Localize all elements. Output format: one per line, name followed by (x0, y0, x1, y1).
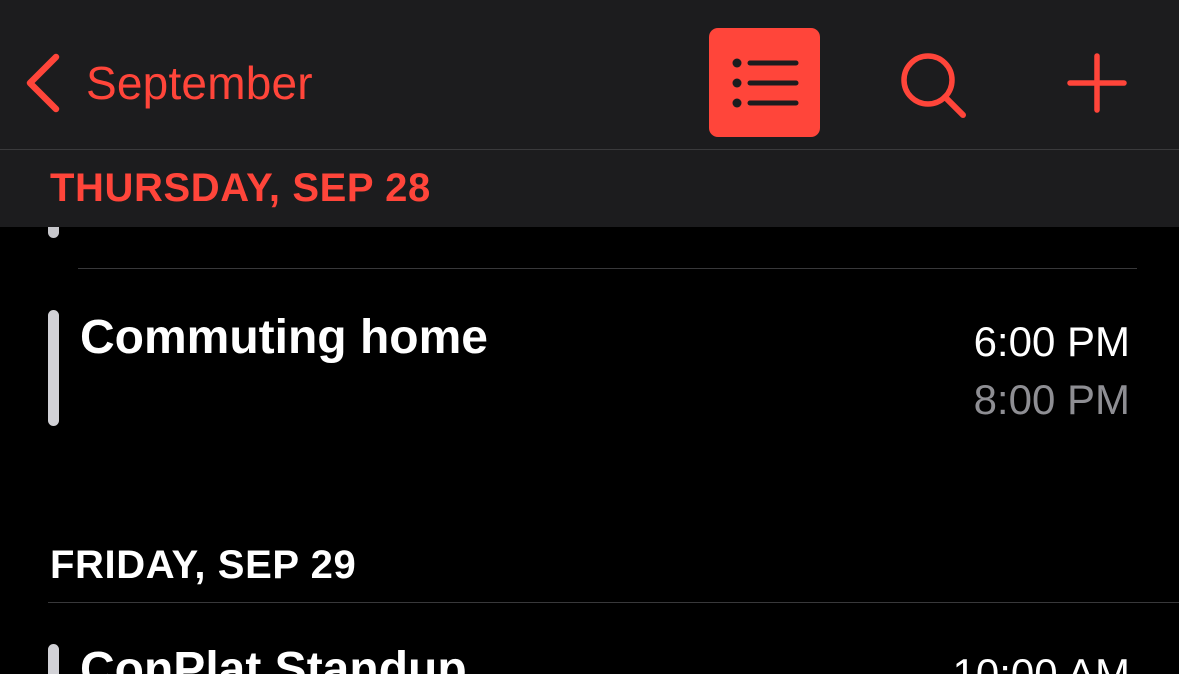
event-row[interactable]: Commuting home 6:00 PM 8:00 PM (0, 300, 1179, 440)
event-color-bar (48, 226, 59, 238)
list-view-button[interactable] (709, 28, 820, 137)
event-color-bar (48, 310, 59, 426)
event-title: ConPlat Standup (80, 643, 467, 674)
list-icon (732, 58, 798, 107)
navigation-bar: September (0, 0, 1179, 150)
back-label: September (86, 57, 313, 109)
back-button[interactable]: September (22, 48, 313, 118)
sticky-section-header: THURSDAY, SEP 28 (0, 150, 1179, 227)
add-event-button[interactable] (1066, 52, 1128, 114)
plus-icon (1067, 53, 1127, 113)
event-title: Commuting home (80, 311, 488, 364)
section-separator (48, 602, 1179, 603)
event-separator (78, 268, 1137, 269)
search-button[interactable] (898, 50, 970, 122)
section-title: THURSDAY, SEP 28 (50, 166, 431, 210)
event-start-time: 10:00 AM (952, 650, 1130, 674)
event-row[interactable]: ConPlat Standup 10:00 AM (0, 638, 1179, 674)
event-start-time: 6:00 PM (973, 318, 1130, 365)
search-icon (901, 53, 966, 118)
chevron-left-icon (26, 53, 60, 113)
section-title: FRIDAY, SEP 29 (50, 543, 357, 587)
event-color-bar (48, 644, 59, 674)
calendar-list-screen: September THURSDAY, SEP 28 Commuting hom… (0, 0, 1179, 674)
event-end-time: 8:00 PM (973, 376, 1130, 423)
